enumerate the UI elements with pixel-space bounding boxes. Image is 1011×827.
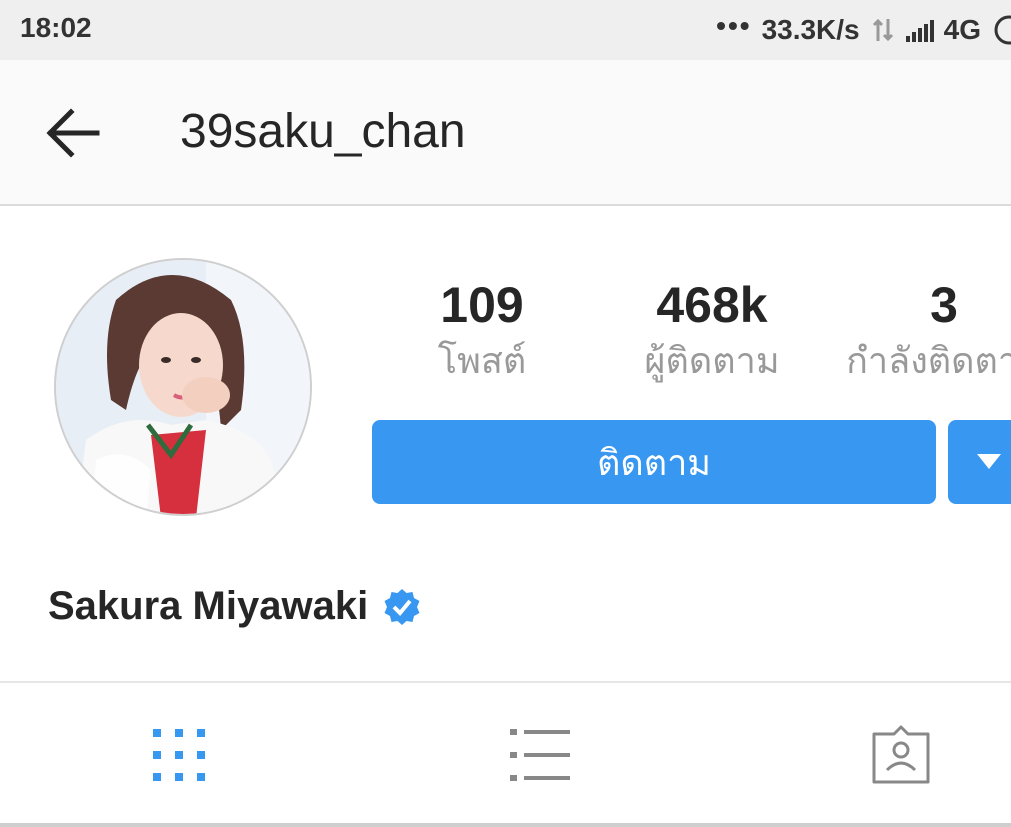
profile-header: 39saku_chan [0, 60, 1011, 206]
triangle-down-icon [977, 454, 1001, 469]
network-type: 4G [943, 14, 981, 45]
network-speed: 33.3K/s [761, 14, 860, 45]
list-icon [509, 729, 570, 781]
back-button[interactable] [40, 100, 106, 166]
follow-button[interactable]: ติดตาม [372, 420, 936, 504]
posts-label: โพสต์ [437, 341, 527, 382]
more-dots-icon: ••• [716, 10, 752, 41]
signal-icon [905, 18, 934, 42]
suggestions-dropdown-button[interactable] [948, 420, 1011, 504]
stat-following[interactable]: 3 กำลังติดตาม [814, 278, 1011, 392]
stat-posts[interactable]: 109 โพสต์ [400, 278, 564, 392]
grid-icon [152, 729, 205, 781]
profile-photo [56, 260, 310, 514]
followers-count: 468k [656, 277, 768, 333]
stat-followers[interactable]: 468k ผู้ติดตาม [612, 278, 812, 392]
tab-grid[interactable] [10, 683, 347, 827]
battery-icon [994, 15, 1011, 45]
following-count: 3 [930, 277, 958, 333]
data-transfer-icon [872, 18, 893, 42]
status-bar: 18:02 ••• 33.3K/s 4G [0, 0, 1011, 60]
verified-badge-icon [384, 588, 420, 625]
profile-stats: 109 โพสต์ 468k ผู้ติดตาม 3 กำลังติดตาม [380, 278, 1011, 398]
page-title: 39saku_chan [180, 105, 466, 158]
arrow-left-icon [46, 108, 100, 158]
status-time: 18:02 [20, 12, 92, 43]
tab-list[interactable] [372, 683, 709, 827]
display-name-row: Sakura Miyawaki [48, 584, 422, 629]
tagged-icon [872, 725, 929, 784]
status-indicators: ••• 33.3K/s 4G [716, 10, 1011, 48]
followers-label: ผู้ติดตาม [644, 341, 780, 382]
display-name: Sakura Miyawaki [48, 584, 369, 628]
posts-count: 109 [440, 277, 524, 333]
following-label: กำลังติดตาม [846, 341, 1011, 382]
content-preview-strip [0, 823, 1011, 827]
avatar[interactable] [54, 258, 312, 516]
tab-tagged[interactable] [732, 683, 1011, 827]
profile-tab-bar [0, 681, 1011, 827]
